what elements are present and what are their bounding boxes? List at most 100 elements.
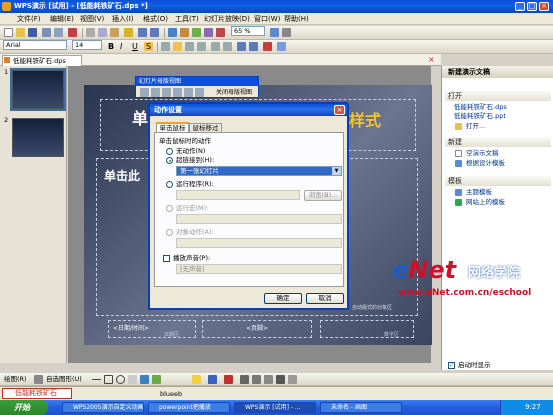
decrease-font-icon[interactable] bbox=[249, 42, 258, 51]
theme-template-link[interactable]: 主题模板 bbox=[466, 188, 492, 197]
menu-slideshow[interactable]: 幻灯片放映(D) bbox=[204, 14, 250, 24]
numbering-icon[interactable] bbox=[211, 42, 220, 51]
new-blank-link[interactable]: 空演示文稿 bbox=[466, 149, 499, 158]
taskbar-item-4[interactable]: 未命名 - 画图 bbox=[320, 402, 402, 413]
taskbar-item-1[interactable]: WPS2005演示自定义动画 bbox=[62, 402, 144, 413]
bold-button[interactable]: B bbox=[108, 42, 117, 51]
radio-run-program[interactable] bbox=[166, 181, 173, 188]
radio-hyperlink[interactable] bbox=[166, 157, 173, 164]
undo-icon[interactable] bbox=[138, 28, 147, 37]
menu-file[interactable]: 文件(F) bbox=[17, 14, 41, 24]
align-center-icon[interactable] bbox=[173, 42, 182, 51]
rename-master-icon[interactable] bbox=[184, 88, 193, 97]
italic-button[interactable]: I bbox=[120, 42, 129, 51]
save-icon[interactable] bbox=[28, 28, 37, 37]
shadow-style-icon[interactable] bbox=[276, 375, 285, 384]
underline-button[interactable]: U bbox=[132, 42, 141, 51]
format-painter-icon[interactable] bbox=[124, 28, 133, 37]
font-color-draw-icon[interactable] bbox=[224, 375, 233, 384]
font-select[interactable]: Arial bbox=[3, 40, 67, 50]
align-right-icon[interactable] bbox=[185, 42, 194, 51]
pointer-icon[interactable] bbox=[34, 375, 43, 384]
menu-view[interactable]: 视图(V) bbox=[80, 14, 104, 24]
insert-title-master-icon[interactable] bbox=[151, 88, 160, 97]
increase-font-icon[interactable] bbox=[237, 42, 246, 51]
font-size-select[interactable]: 14 bbox=[72, 40, 102, 50]
rectangle-icon[interactable] bbox=[104, 375, 113, 384]
draw-menu[interactable]: 绘图(R) bbox=[4, 375, 27, 383]
menu-tools[interactable]: 工具(T) bbox=[175, 14, 199, 24]
macro-select[interactable] bbox=[176, 214, 342, 224]
slide-thumb-1[interactable] bbox=[10, 68, 66, 111]
justify-icon[interactable] bbox=[197, 42, 206, 51]
3d-style-icon[interactable] bbox=[288, 375, 297, 384]
recent-file-2[interactable]: 低能耗铁矿石.ppt bbox=[454, 112, 506, 121]
fill-color-icon[interactable] bbox=[192, 375, 201, 384]
delete-master-icon[interactable] bbox=[162, 88, 171, 97]
hyperlink-select[interactable]: 第一张幻灯片 bbox=[176, 166, 342, 176]
web-template-link[interactable]: 网站上的模板 bbox=[466, 198, 505, 207]
preview-icon[interactable] bbox=[54, 28, 63, 37]
design-icon[interactable] bbox=[277, 42, 286, 51]
line-icon[interactable] bbox=[92, 379, 101, 380]
radio-none[interactable] bbox=[166, 148, 173, 155]
redo-icon[interactable] bbox=[150, 28, 159, 37]
picture-icon[interactable] bbox=[216, 28, 225, 37]
menu-format[interactable]: 格式(O) bbox=[143, 14, 168, 24]
preserve-master-icon[interactable] bbox=[173, 88, 182, 97]
line-color-icon[interactable] bbox=[208, 375, 217, 384]
tab-hover[interactable]: 鼠标移过 bbox=[189, 123, 222, 132]
show-startup-checkbox[interactable]: ✓ bbox=[448, 362, 455, 369]
spellcheck-icon[interactable] bbox=[68, 28, 77, 37]
footer-date-box[interactable]: <日期/时间> bbox=[108, 320, 196, 338]
taskbar-item-2[interactable]: powerpoint把播放 bbox=[148, 402, 230, 413]
menu-window[interactable]: 窗口(W) bbox=[254, 14, 280, 24]
grayscale-icon[interactable] bbox=[282, 28, 291, 37]
line-style-icon[interactable] bbox=[240, 375, 249, 384]
menu-help[interactable]: 帮助(H) bbox=[284, 14, 309, 24]
dash-style-icon[interactable] bbox=[252, 375, 261, 384]
new-icon[interactable] bbox=[4, 28, 13, 37]
help-icon[interactable] bbox=[270, 28, 279, 37]
textbox-draw-icon[interactable] bbox=[128, 375, 137, 384]
browse-button[interactable]: 浏览(B)... bbox=[304, 190, 342, 201]
hyperlink-icon[interactable] bbox=[168, 28, 177, 37]
align-left-icon[interactable] bbox=[161, 42, 170, 51]
arrow-style-icon[interactable] bbox=[264, 375, 273, 384]
copy-icon[interactable] bbox=[98, 28, 107, 37]
ok-button[interactable]: 确定 bbox=[264, 293, 302, 304]
insert-picture-icon[interactable] bbox=[152, 375, 161, 384]
print-icon[interactable] bbox=[42, 28, 51, 37]
textbox-icon[interactable] bbox=[204, 28, 213, 37]
chevron-down-icon[interactable]: ▼ bbox=[332, 167, 341, 175]
taskbar-item-3[interactable]: WPS演示 [试用] - ... bbox=[234, 402, 316, 413]
bullets-icon[interactable] bbox=[223, 42, 232, 51]
object-action-select[interactable] bbox=[176, 238, 342, 248]
document-tab[interactable]: 低能耗铁矿石.dps bbox=[2, 55, 82, 66]
radio-object-action[interactable] bbox=[166, 229, 173, 236]
table-icon[interactable] bbox=[180, 28, 189, 37]
close-doc-icon[interactable]: × bbox=[428, 55, 435, 64]
open-icon[interactable] bbox=[16, 28, 25, 37]
footer-text-box[interactable]: <页脚> bbox=[202, 320, 312, 338]
status-tab[interactable]: 低能耗铁矿石 bbox=[2, 388, 72, 399]
dialog-close-icon[interactable]: × bbox=[334, 105, 345, 115]
open-more-link[interactable]: 打开... bbox=[466, 122, 485, 131]
paste-icon[interactable] bbox=[110, 28, 119, 37]
radio-run-macro[interactable] bbox=[166, 205, 173, 212]
minimize-button[interactable]: _ bbox=[515, 2, 525, 11]
slide-thumb-2[interactable] bbox=[12, 118, 64, 157]
menu-insert[interactable]: 插入(I) bbox=[112, 14, 134, 24]
autoshape-menu[interactable]: 自选图形(U) bbox=[46, 375, 82, 383]
close-button[interactable]: × bbox=[539, 2, 549, 11]
zoom-select[interactable]: 65 % bbox=[231, 26, 265, 36]
cut-icon[interactable] bbox=[86, 28, 95, 37]
chart-icon[interactable] bbox=[192, 28, 201, 37]
shadow-button[interactable]: S bbox=[144, 42, 153, 51]
start-button[interactable]: 开始 bbox=[0, 400, 48, 415]
font-color-icon[interactable] bbox=[263, 42, 272, 51]
insert-master-icon[interactable] bbox=[140, 88, 149, 97]
sound-select[interactable]: [无声音] bbox=[176, 264, 342, 274]
program-path-input[interactable] bbox=[176, 190, 300, 200]
ellipse-icon[interactable] bbox=[116, 375, 125, 384]
